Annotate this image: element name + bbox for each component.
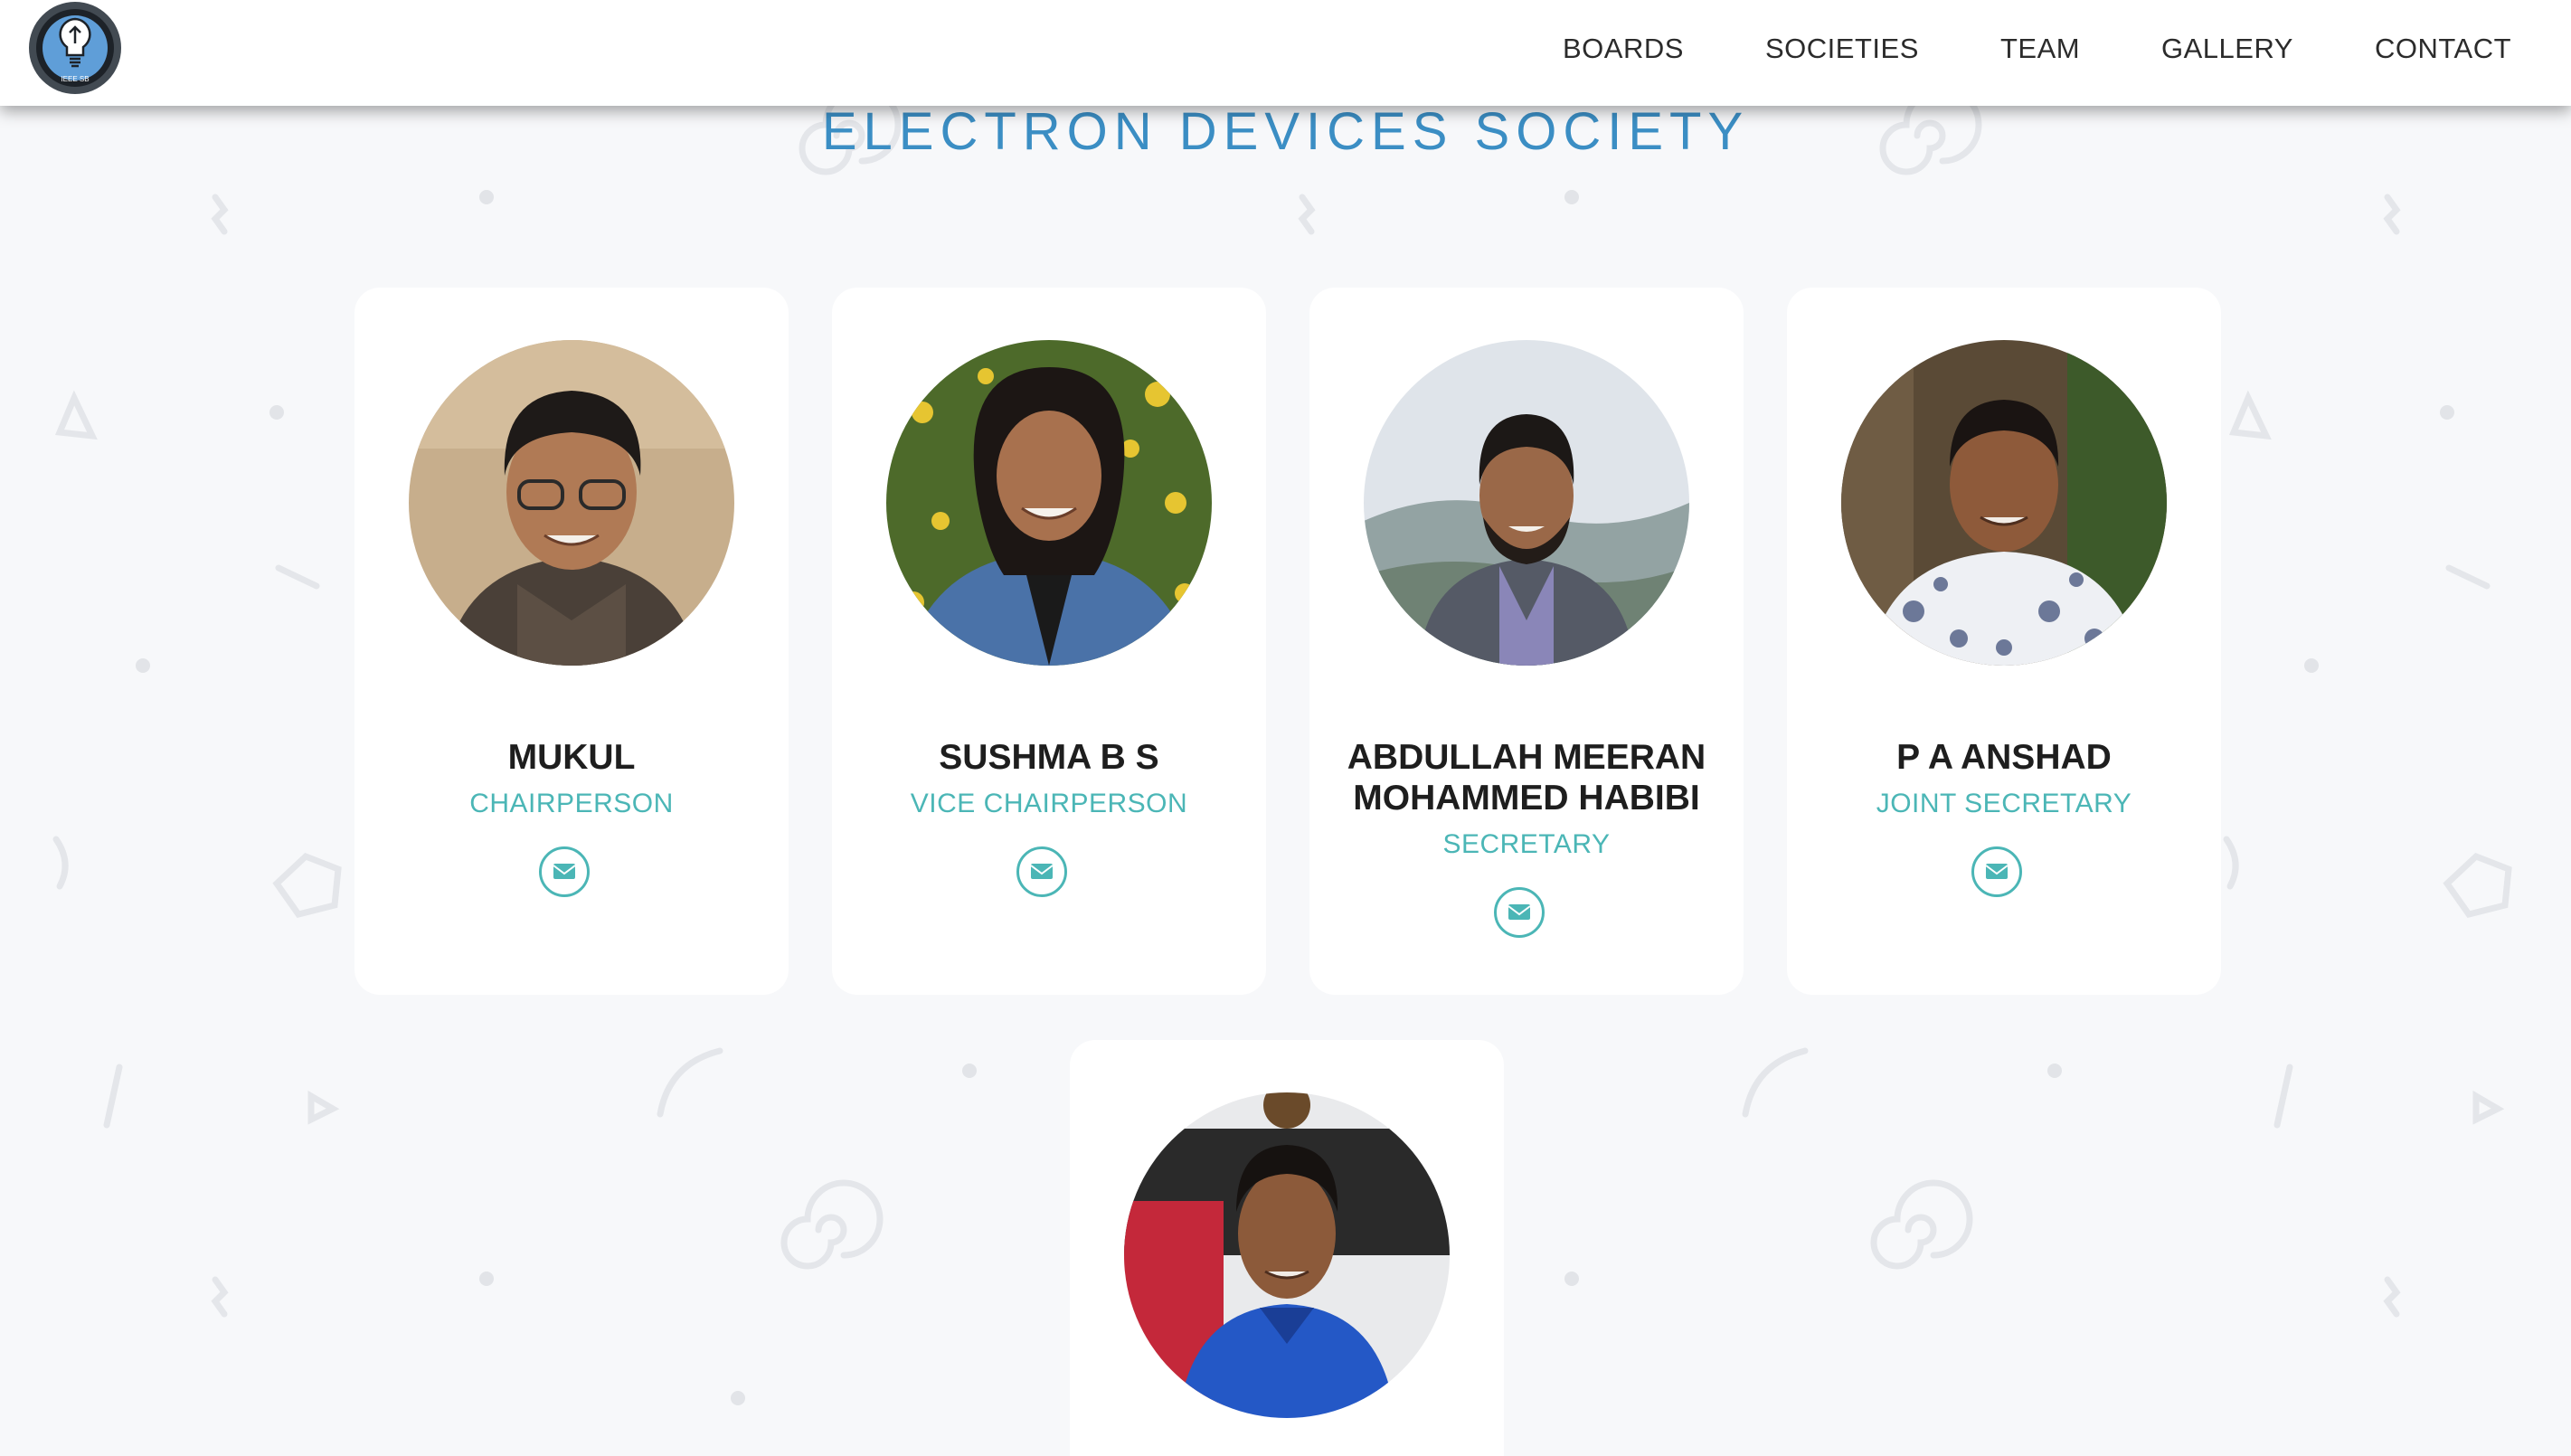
envelope-icon [1030, 864, 1054, 879]
member-photo [1364, 340, 1689, 666]
nav-contact-link[interactable]: CONTACT [2375, 33, 2511, 65]
member-name: P A ANSHAD [1896, 738, 2112, 777]
member-card: SUSHMA B S VICE CHAIRPERSON [832, 288, 1266, 995]
member-name: MUKUL [507, 738, 636, 777]
member-role: JOINT SECRETARY [1876, 789, 2132, 818]
email-button[interactable] [1016, 846, 1067, 897]
member-name: ABDULLAH MEERAN MOHAMMED HABIBI [1347, 738, 1706, 818]
email-button[interactable] [539, 846, 590, 897]
member-name: SUSHMA B S [939, 738, 1159, 777]
member-role: SECRETARY [1442, 829, 1611, 859]
nav-boards-link[interactable]: BOARDS [1563, 33, 1684, 65]
envelope-icon [1508, 904, 1531, 920]
member-card: P A ANSHAD JOINT SECRETARY [1787, 288, 2221, 995]
member-card [1070, 1040, 1504, 1456]
site-logo[interactable]: IEEE SB [24, 2, 127, 94]
member-card: ABDULLAH MEERAN MOHAMMED HABIBI SECRETAR… [1309, 288, 1744, 995]
member-role: CHAIRPERSON [469, 789, 674, 818]
nav-societies-link[interactable]: SOCIETIES [1765, 33, 1919, 65]
top-navbar: IEEE SB BOARDS SOCIETIES TEAM GALLERY CO… [0, 0, 2571, 106]
page-title: ELECTRON DEVICES SOCIETY [821, 102, 1750, 161]
envelope-icon [553, 864, 576, 879]
email-button[interactable] [1494, 887, 1545, 938]
envelope-icon [1985, 864, 2009, 879]
member-role: VICE CHAIRPERSON [910, 789, 1188, 818]
member-photo [1124, 1092, 1450, 1418]
member-photo [886, 340, 1212, 666]
member-card: MUKUL CHAIRPERSON [354, 288, 789, 995]
member-photo [409, 340, 734, 666]
logo-caption: IEEE SB [61, 75, 89, 83]
nav-team-link[interactable]: TEAM [2000, 33, 2080, 65]
member-photo [1841, 340, 2167, 666]
email-button[interactable] [1971, 846, 2022, 897]
nav-gallery-link[interactable]: GALLERY [2161, 33, 2293, 65]
